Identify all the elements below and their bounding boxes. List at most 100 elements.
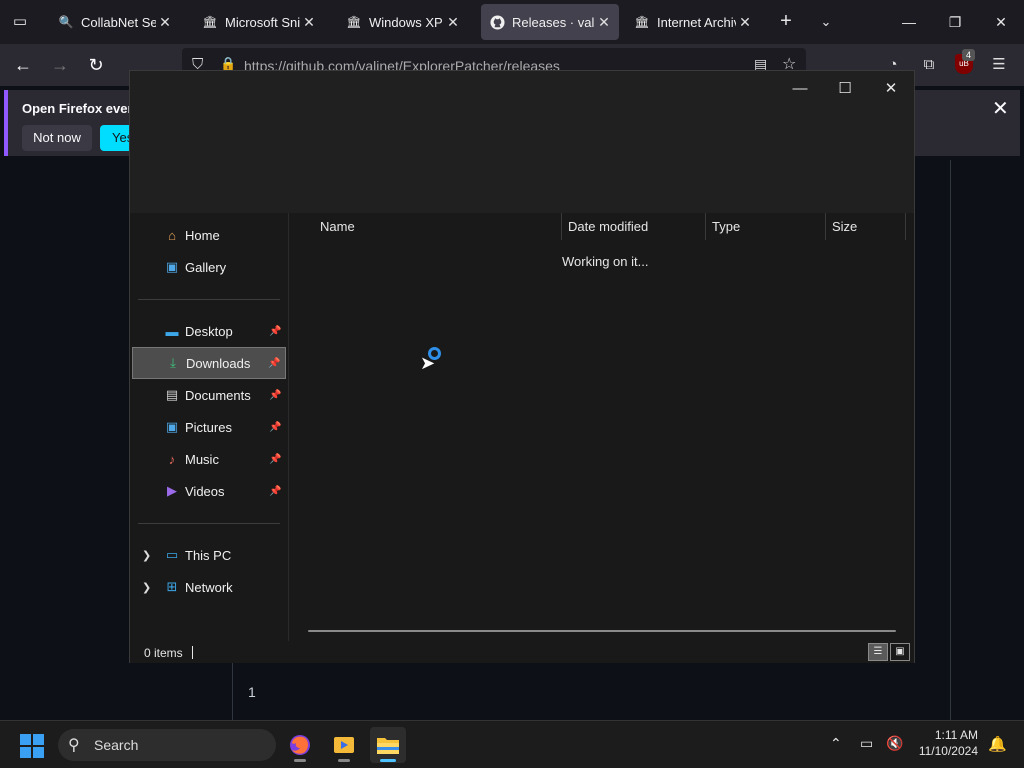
extensions-icon[interactable]: ⧉ [918,54,940,76]
volume-muted-icon[interactable]: 🔇 [886,735,903,752]
explorer-close-button[interactable]: ✕ [871,75,911,103]
nav-item-desktop[interactable]: ▬ Desktop 📌 [132,315,286,347]
nav-item-music[interactable]: ♪ Music 📌 [132,443,286,475]
nav-item-videos[interactable]: ▶ Videos 📌 [132,475,286,507]
nav-label: This PC [185,547,232,563]
video-icon: ▶ [167,483,177,498]
close-tab-icon[interactable]: ✕ [158,14,172,31]
browser-tab-bar: ▭ 🔍 CollabNet SearX ✕ 🏛 Microsoft Snip &… [0,0,1024,44]
tab-internet-archive[interactable]: 🏛 Internet Archive ✕ [626,4,760,40]
tab-label: Internet Archive [657,14,736,30]
gallery-icon: ▣ [165,259,179,274]
new-tab-button[interactable]: + [774,10,798,34]
windows-taskbar: ⚲ Search ⌃ ▭ 🔇 1:11 AM 11/10/2024 🔔 [0,720,1024,768]
tab-label: Releases · valinet [512,14,595,30]
not-now-button[interactable]: Not now [22,125,92,151]
document-icon: ▤ [165,387,179,402]
nav-item-pictures[interactable]: ▣ Pictures 📌 [132,411,286,443]
nav-label: Pictures [185,419,232,435]
start-button[interactable] [20,734,44,758]
running-indicator [294,759,306,762]
tab-list-icon[interactable]: ▭ [8,10,32,34]
archive-icon: 🏛 [634,15,650,29]
nav-label: Videos [185,483,225,499]
close-tab-icon[interactable]: ✕ [597,14,611,31]
nav-label: Music [185,451,219,467]
back-button[interactable]: ← [10,52,36,78]
nav-label: Downloads [186,355,251,371]
forward-button[interactable]: → [47,52,73,78]
tab-microsoft-snip[interactable]: 🏛 Microsoft Snip & ✕ [194,4,324,40]
taskbar-search-box[interactable]: ⚲ Search [58,729,276,761]
tab-collabnet[interactable]: 🔍 CollabNet SearX ✕ [50,4,180,40]
explorer-maximize-button[interactable]: ☐ [825,75,865,103]
maximize-button[interactable]: ❐ [940,8,970,36]
list-all-tabs-chevron-icon[interactable]: ⌄ [814,10,838,34]
pin-icon: 📌 [269,421,282,433]
notification-title: Open Firefox every [22,101,140,116]
nav-item-gallery[interactable]: ▣ Gallery [132,251,286,283]
pin-icon: 📌 [269,453,282,465]
running-indicator [338,759,350,762]
menu-icon[interactable]: ☰ [988,54,1010,76]
close-tab-icon[interactable]: ✕ [446,14,460,31]
system-clock[interactable]: 1:11 AM 11/10/2024 [908,727,978,759]
search-label: Search [94,737,139,753]
minimize-button[interactable]: — [894,8,924,36]
clock-time: 1:11 AM [934,728,978,742]
column-header-date-modified[interactable]: Date modified [562,213,706,240]
horizontal-scrollbar[interactable] [308,630,896,632]
download-icon: ⤓ [170,355,176,370]
nav-item-network[interactable]: ❯ ⊞ Network [132,571,286,603]
tab-windows-xp[interactable]: 🏛 Windows XP Pro ✕ [338,4,468,40]
nav-label: Home [185,227,220,243]
nav-item-home[interactable]: ⌂ Home [132,219,286,251]
close-tab-icon[interactable]: ✕ [302,14,316,31]
pin-icon: 📌 [269,325,282,337]
reload-button[interactable]: ↻ [83,52,109,78]
details-view-icon[interactable]: ☰ [868,643,888,661]
loading-message: Working on it... [562,254,649,269]
network-status-icon[interactable]: ▭ [860,735,873,752]
pagination-page-number[interactable]: 1 [248,684,256,700]
nav-label: Documents [185,387,251,403]
nav-label: Gallery [185,259,227,275]
status-divider [192,646,193,659]
column-header-size[interactable]: Size [826,213,906,240]
archive-icon: 🏛 [346,15,362,29]
tab-label: CollabNet SearX [81,14,156,30]
nav-label: Network [185,579,233,595]
item-count: 0 items [144,646,183,660]
taskbar-media-player-icon[interactable] [326,727,362,763]
nav-divider [138,299,280,300]
tab-releases[interactable]: Releases · valinet ✕ [481,4,619,40]
close-tab-icon[interactable]: ✕ [738,14,752,31]
home-icon: ⌂ [168,227,176,243]
search-icon: ⚲ [68,737,80,754]
music-icon: ♪ [168,451,176,467]
close-notification-icon[interactable]: ✕ [992,96,1009,121]
large-icons-view-icon[interactable]: ▣ [890,643,910,661]
explorer-title-area: — ☐ ✕ [130,71,914,213]
show-hidden-icons-chevron-icon[interactable]: ⌃ [830,735,842,752]
taskbar-file-explorer-icon[interactable] [370,727,406,763]
mouse-cursor-icon: ➤ [420,353,436,373]
close-window-button[interactable]: ✕ [986,8,1016,36]
explorer-minimize-button[interactable]: — [780,75,820,103]
running-indicator [380,759,396,762]
nav-divider [138,523,280,524]
pin-icon: 📌 [269,389,282,401]
column-header-type[interactable]: Type [706,213,826,240]
github-icon [489,14,505,30]
nav-item-downloads[interactable]: ⤓ Downloads 📌 [132,347,286,379]
network-icon: ⊞ [166,579,178,594]
column-header-name[interactable]: Name [314,213,562,240]
taskbar-firefox-icon[interactable] [282,727,318,763]
expand-chevron-icon[interactable]: ❯ [142,549,151,562]
nav-item-documents[interactable]: ▤ Documents 📌 [132,379,286,411]
notification-bell-icon[interactable]: 🔔 [988,735,1007,753]
expand-chevron-icon[interactable]: ❯ [142,581,151,594]
nav-item-this-pc[interactable]: ❯ ▭ This PC [132,539,286,571]
file-explorer-window: — ☐ ✕ ⌂ Home ▣ Gallery ▬ Desktop 📌 ⤓ Dow… [129,70,915,663]
status-bar: 0 items ☰ ▣ [130,641,914,663]
